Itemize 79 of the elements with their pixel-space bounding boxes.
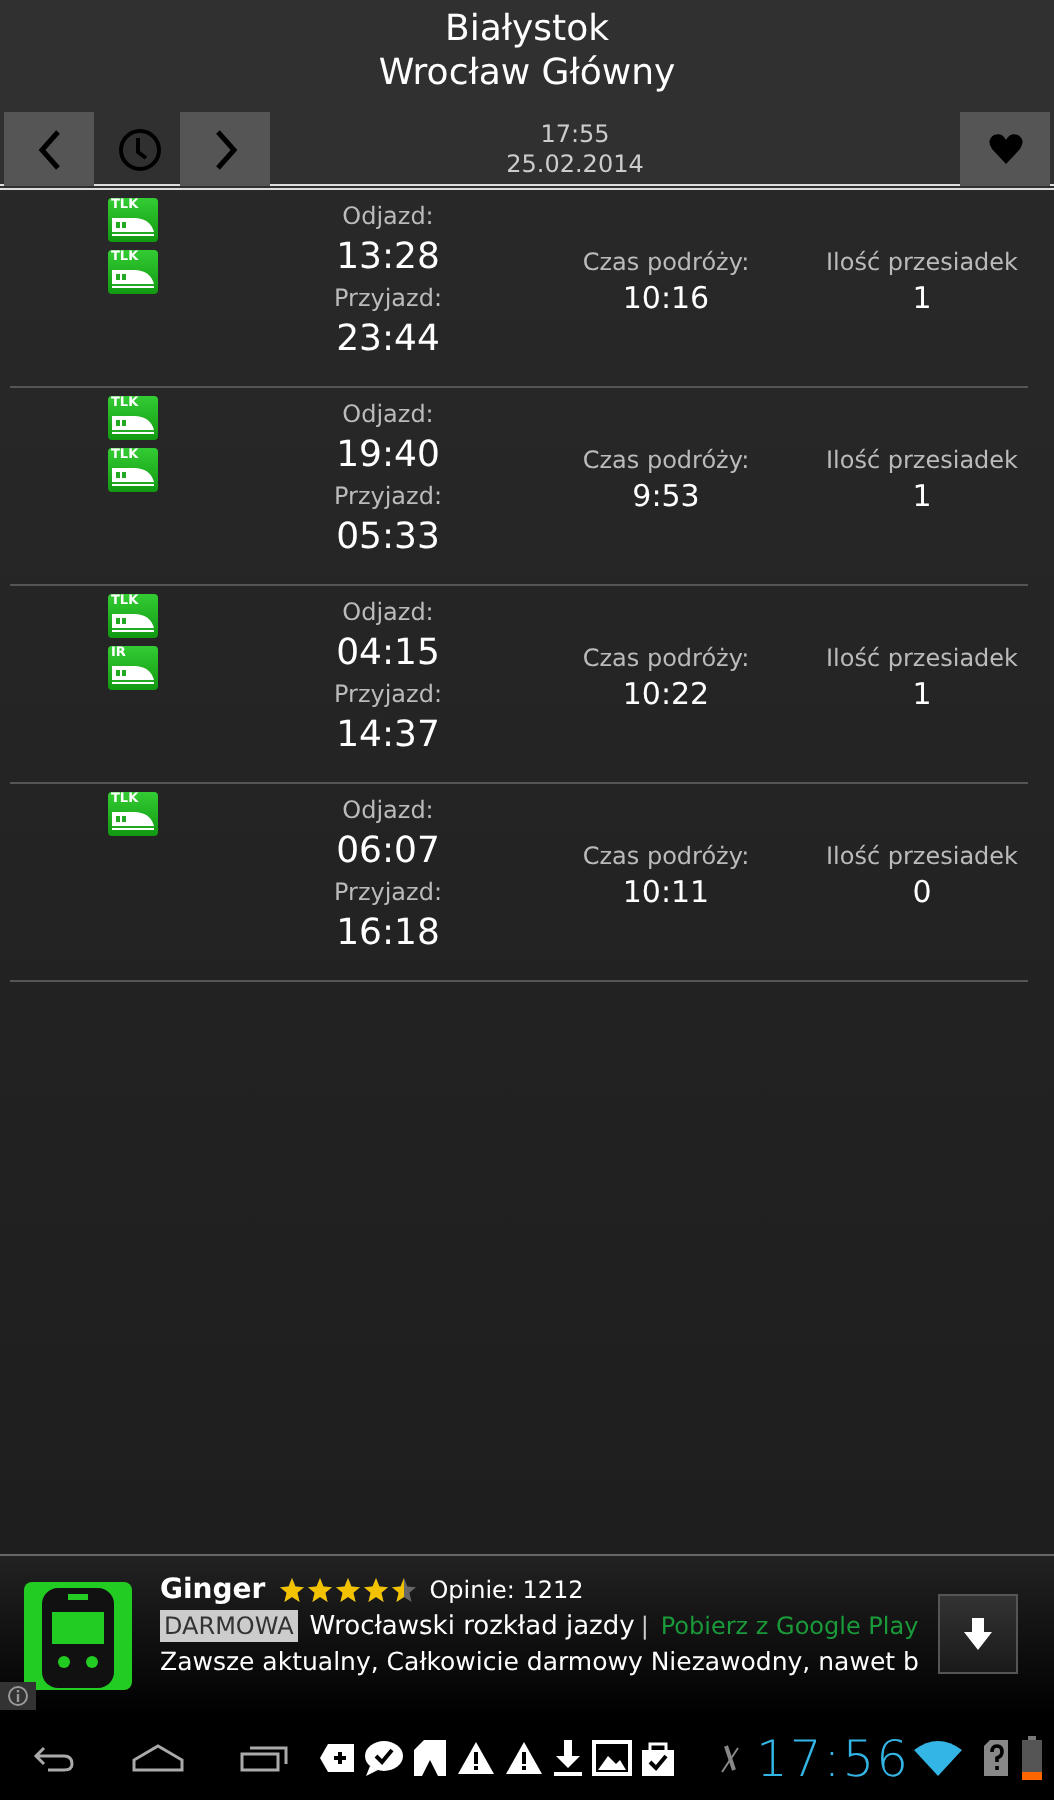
arrival-label: Przyjazd: (333, 680, 442, 710)
train-icon (109, 662, 155, 688)
clock-time: 17:56 (756, 1729, 911, 1787)
train-icon (109, 610, 155, 636)
transfers-label: Ilość przesiadek (826, 842, 1018, 872)
transfers-value: 0 (912, 872, 932, 912)
arrival-time: 05:33 (336, 514, 440, 562)
image-icon (592, 1740, 632, 1776)
search-date: 25.02.2014 (506, 149, 644, 179)
battery-icon (1022, 1736, 1043, 1780)
train-icon (109, 412, 155, 438)
duration-value: 9:53 (632, 476, 700, 516)
chevron-right-icon (213, 129, 237, 169)
info-icon[interactable] (0, 1682, 36, 1710)
warning-icon (456, 1740, 496, 1776)
duration-label: Czas podróży: (582, 248, 750, 278)
back-icon[interactable] (32, 1744, 76, 1772)
chevron-left-icon (37, 129, 61, 169)
departure-time: 04:15 (336, 630, 440, 678)
previous-button[interactable] (4, 112, 94, 186)
arrival-time: 23:44 (336, 316, 440, 364)
store-link[interactable]: Pobierz z Google Play (660, 1612, 919, 1640)
departure-label: Odjazd: (342, 796, 434, 826)
warning-icon (504, 1740, 544, 1776)
destination-station: Wrocław Główny (378, 52, 676, 96)
transfers-label: Ilość przesiadek (826, 446, 1018, 476)
transfers-value: 1 (912, 278, 932, 318)
departure-label: Odjazd: (342, 598, 434, 628)
tag-plus-icon (320, 1742, 356, 1774)
favorite-button[interactable] (960, 112, 1050, 186)
next-button[interactable] (180, 112, 270, 186)
transfers-value: 1 (912, 476, 932, 516)
download-icon (552, 1738, 584, 1778)
transfers-label: Ilość przesiadek (826, 248, 1018, 278)
bus-app-icon[interactable] (24, 1582, 132, 1690)
departure-label: Odjazd: (342, 400, 434, 430)
home-icon[interactable] (132, 1744, 184, 1772)
train-icon (109, 214, 155, 240)
transfers-value: 1 (912, 674, 932, 714)
arrival-label: Przyjazd: (333, 482, 442, 512)
review-count: Opinie: 1212 (429, 1576, 584, 1604)
wifi-icon (914, 1740, 963, 1776)
chat-check-icon (364, 1740, 404, 1776)
download-button[interactable] (938, 1594, 1018, 1674)
duration-value: 10:22 (622, 674, 710, 714)
departure-time: 19:40 (336, 432, 440, 480)
star-icon (333, 1576, 362, 1604)
departure-time: 06:07 (336, 828, 440, 876)
departure-time: 13:28 (336, 234, 440, 282)
arrival-time: 14:37 (336, 712, 440, 760)
separator: | (640, 1612, 649, 1640)
arrival-time: 16:18 (336, 910, 440, 958)
star-icon (361, 1576, 390, 1604)
recent-apps-icon[interactable] (240, 1744, 288, 1772)
transfers-label: Ilość przesiadek (826, 644, 1018, 674)
arrival-label: Przyjazd: (333, 284, 442, 314)
star-icon (389, 1576, 418, 1604)
train-icon (109, 808, 155, 834)
star-icon (277, 1576, 306, 1604)
duration-value: 10:11 (622, 872, 710, 912)
duration-label: Czas podróży: (582, 446, 750, 476)
duration-label: Czas podróży: (582, 842, 750, 872)
train-icon (109, 464, 155, 490)
origin-station: Białystok (444, 8, 610, 52)
arrival-label: Przyjazd: (333, 878, 442, 908)
app-name: Ginger (160, 1574, 266, 1606)
ad-headline: Wrocławski rozkład jazdy (309, 1611, 635, 1641)
departure-label: Odjazd: (342, 202, 434, 232)
ad-description: Zawsze aktualny, Całkowicie darmowy Niezawodny, nawet b (160, 1646, 920, 1676)
train-icon (109, 266, 155, 292)
sim-unknown-icon (982, 1738, 1011, 1778)
free-badge: DARMOWA (160, 1610, 298, 1642)
heart-icon (987, 132, 1023, 166)
duration-label: Czas podróży: (582, 644, 750, 674)
search-time: 17:55 (540, 119, 610, 149)
duration-value: 10:16 (622, 278, 710, 318)
star-icon (305, 1576, 334, 1604)
download-icon (962, 1616, 994, 1652)
shopping-bag-icon (640, 1738, 676, 1778)
